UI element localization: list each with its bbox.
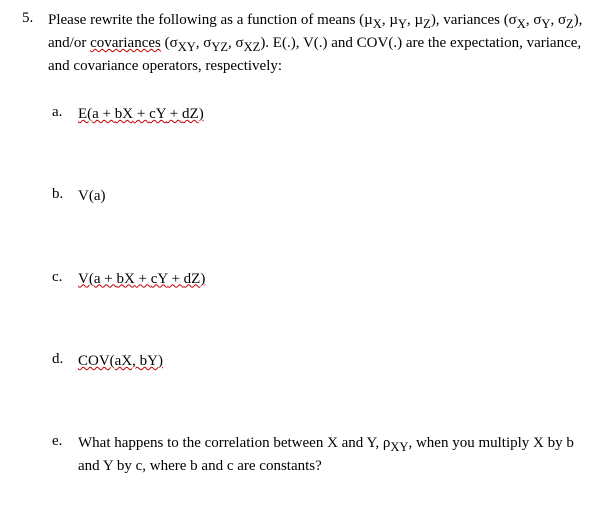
expr: + [166,106,182,122]
expr: + [133,106,149,122]
expr: E( [78,106,92,122]
subpart-body: What happens to the correlation between … [78,433,589,476]
subscript-x: X [373,17,382,31]
page-content: 5. Please rewrite the following as a fun… [0,0,611,486]
subparts-list: a. E(a + bX + cY + dZ) b. V(a) c. V(a + … [22,104,589,476]
intro-text: , σ [228,35,244,51]
expr: bY [140,353,158,369]
subpart-letter: b. [48,186,78,203]
subscript-z: Z [566,17,574,31]
expr: cY [149,106,166,122]
intro-text: (σ [161,35,178,51]
subscript-z: Z [423,17,431,31]
subscript-xz: XZ [244,40,261,54]
subpart-body: E(a + bX + cY + dZ) [78,104,589,124]
expr: aX [115,353,133,369]
formula-text: E(a + bX + cY + dZ) [78,106,204,122]
expr: ) [158,353,163,369]
expr: + [135,271,151,287]
subpart-e: e. What happens to the correlation betwe… [22,433,589,476]
subpart-letter: d. [48,351,78,368]
question-number: 5. [22,10,48,27]
question-body: Please rewrite the following as a functi… [48,10,589,76]
expr: cY [151,271,168,287]
subpart-body: V(a) [78,186,589,206]
subpart-body: COV(aX, bY) [78,351,589,371]
expr: bX [116,271,134,287]
subscript-y: Y [398,17,407,31]
question-row: 5. Please rewrite the following as a fun… [22,10,589,76]
subpart-d: d. COV(aX, bY) [22,351,589,371]
subpart-letter: a. [48,104,78,121]
subpart-body: V(a + bX + cY + dZ) [78,269,589,289]
intro-text: Please rewrite the following as a functi… [48,12,373,28]
expr: ) [199,106,204,122]
expr: , [132,353,140,369]
subscript-yz: YZ [211,40,228,54]
intro-text: , σ [550,12,566,28]
subpart-letter: e. [48,433,78,450]
subscript-x: X [517,17,526,31]
intro-text: ), variances (σ [431,12,517,28]
subscript-xy: XY [390,440,408,454]
expr: ) [200,271,205,287]
formula-text: COV(aX, bY) [78,353,163,369]
expr: + [168,271,184,287]
subscript-xy: XY [178,40,196,54]
expr: V( [78,271,94,287]
expr: bX [115,106,133,122]
intro-text: , µ [407,12,423,28]
expr: dZ [184,271,201,287]
expr: a + [94,271,117,287]
formula-text: V(a + bX + cY + dZ) [78,271,205,287]
subpart-letter: c. [48,269,78,286]
spellcheck-word: covariances [90,35,161,51]
intro-text: , µ [382,12,398,28]
question-text: What happens to the correlation between … [78,435,390,451]
formula-text: V(a) [78,188,105,204]
intro-text: , σ [196,35,212,51]
intro-text: , σ [526,12,542,28]
subpart-c: c. V(a + bX + cY + dZ) [22,269,589,289]
subpart-b: b. V(a) [22,186,589,206]
subpart-a: a. E(a + bX + cY + dZ) [22,104,589,124]
expr: dZ [182,106,199,122]
expr: a + [92,106,115,122]
expr: COV( [78,353,115,369]
